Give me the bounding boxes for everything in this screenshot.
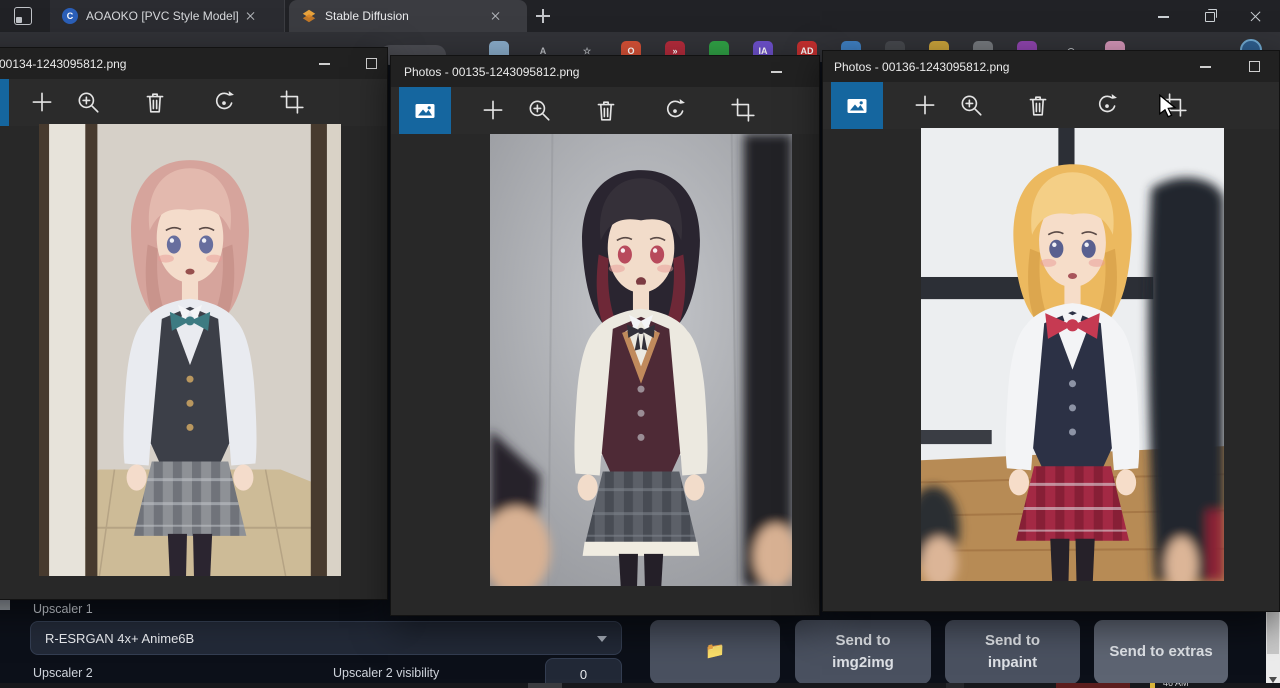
- window-minimize-icon[interactable]: [1147, 0, 1181, 32]
- collection-button[interactable]: [831, 82, 883, 129]
- delete-icon[interactable]: [142, 89, 168, 115]
- tab-stable-diffusion[interactable]: Stable Diffusion: [289, 0, 527, 32]
- delete-icon[interactable]: [1025, 92, 1051, 118]
- send-to-inpaint-button[interactable]: Send to inpaint: [945, 620, 1080, 684]
- tab-label: Stable Diffusion: [325, 9, 483, 23]
- title-bar[interactable]: Photos - 00136-1243095812.png: [823, 51, 1279, 82]
- photos-window-1: 00134-1243095812.png: [0, 47, 388, 600]
- close-tab-icon[interactable]: [244, 10, 256, 22]
- upscaler1-value: R-ESRGAN 4x+ Anime6B: [45, 631, 194, 646]
- taskbar-clock: 46 AM: [1163, 683, 1189, 688]
- gradio-favicon-icon: [301, 8, 317, 24]
- photo-00135[interactable]: [490, 134, 792, 586]
- tab-aoaoko[interactable]: C AOAOKO [PVC Style Model] - PV: [50, 0, 285, 32]
- minimize-icon[interactable]: [319, 63, 330, 65]
- scrollbar-thumb[interactable]: [1267, 612, 1279, 654]
- rotate-icon[interactable]: [662, 97, 688, 123]
- desktop: C AOAOKO [PVC Style Model] - PV Stable D…: [0, 0, 1280, 688]
- photo-00134[interactable]: [39, 124, 341, 576]
- tab-switcher-icon[interactable]: [14, 7, 32, 25]
- photos-toolbar: [823, 82, 1279, 129]
- zoom-in-icon[interactable]: [958, 92, 984, 118]
- photos-toolbar: [0, 79, 387, 126]
- photo-icon: [845, 94, 869, 118]
- chevron-down-icon: [597, 636, 607, 642]
- new-tab-icon[interactable]: [536, 9, 550, 23]
- photo-icon: [413, 99, 437, 123]
- minimize-icon[interactable]: [1200, 66, 1211, 68]
- rotate-icon[interactable]: [211, 89, 237, 115]
- crop-icon[interactable]: [730, 97, 756, 123]
- open-folder-button[interactable]: 📁: [650, 620, 780, 684]
- upscaler1-dropdown[interactable]: R-ESRGAN 4x+ Anime6B: [30, 621, 622, 655]
- window-title: Photos - 00135-1243095812.png: [404, 65, 579, 79]
- photos-window-2: Photos - 00135-1243095812.png: [390, 55, 820, 616]
- photos-window-3: Photos - 00136-1243095812.png: [822, 50, 1280, 612]
- collection-button[interactable]: [0, 79, 9, 126]
- rotate-icon[interactable]: [1094, 92, 1120, 118]
- page-scrollbar[interactable]: [1266, 612, 1280, 688]
- mouse-cursor: [1156, 94, 1178, 118]
- delete-icon[interactable]: [593, 97, 619, 123]
- upscaler1-label: Upscaler 1: [33, 602, 93, 616]
- window-close-icon[interactable]: [1239, 0, 1273, 32]
- tray-icon: [1150, 683, 1155, 688]
- window-title: Photos - 00136-1243095812.png: [834, 60, 1009, 74]
- photo-00136[interactable]: [921, 128, 1224, 581]
- close-tab-icon[interactable]: [489, 10, 501, 22]
- minimize-icon[interactable]: [771, 71, 782, 73]
- tab-label: AOAOKO [PVC Style Model] - PV: [86, 9, 238, 23]
- upscaler2-visibility-label: Upscaler 2 visibility: [333, 666, 439, 680]
- title-bar[interactable]: Photos - 00135-1243095812.png: [391, 56, 819, 87]
- civitai-favicon-icon: C: [62, 8, 78, 24]
- send-to-extras-button[interactable]: Send to extras: [1094, 620, 1228, 684]
- collection-button[interactable]: [399, 87, 451, 134]
- add-icon[interactable]: [912, 92, 938, 118]
- zoom-in-icon[interactable]: [75, 89, 101, 115]
- taskbar: 46 AM: [0, 683, 1280, 688]
- upscaler2-label: Upscaler 2: [33, 666, 93, 680]
- add-icon[interactable]: [29, 89, 55, 115]
- browser-tab-bar: C AOAOKO [PVC Style Model] - PV Stable D…: [0, 0, 1280, 32]
- maximize-icon[interactable]: [1249, 61, 1260, 72]
- taskbar-item[interactable]: [528, 683, 562, 688]
- window-title: 00134-1243095812.png: [0, 57, 126, 71]
- zoom-in-icon[interactable]: [526, 97, 552, 123]
- send-to-img2img-button[interactable]: Send to img2img: [795, 620, 931, 684]
- title-bar[interactable]: 00134-1243095812.png: [0, 48, 387, 79]
- add-icon[interactable]: [480, 97, 506, 123]
- tray-item[interactable]: [1056, 683, 1130, 688]
- maximize-icon[interactable]: [366, 58, 377, 69]
- crop-icon[interactable]: [279, 89, 305, 115]
- window-restore-icon[interactable]: [1193, 0, 1227, 32]
- tray-caret-icon[interactable]: [946, 683, 964, 688]
